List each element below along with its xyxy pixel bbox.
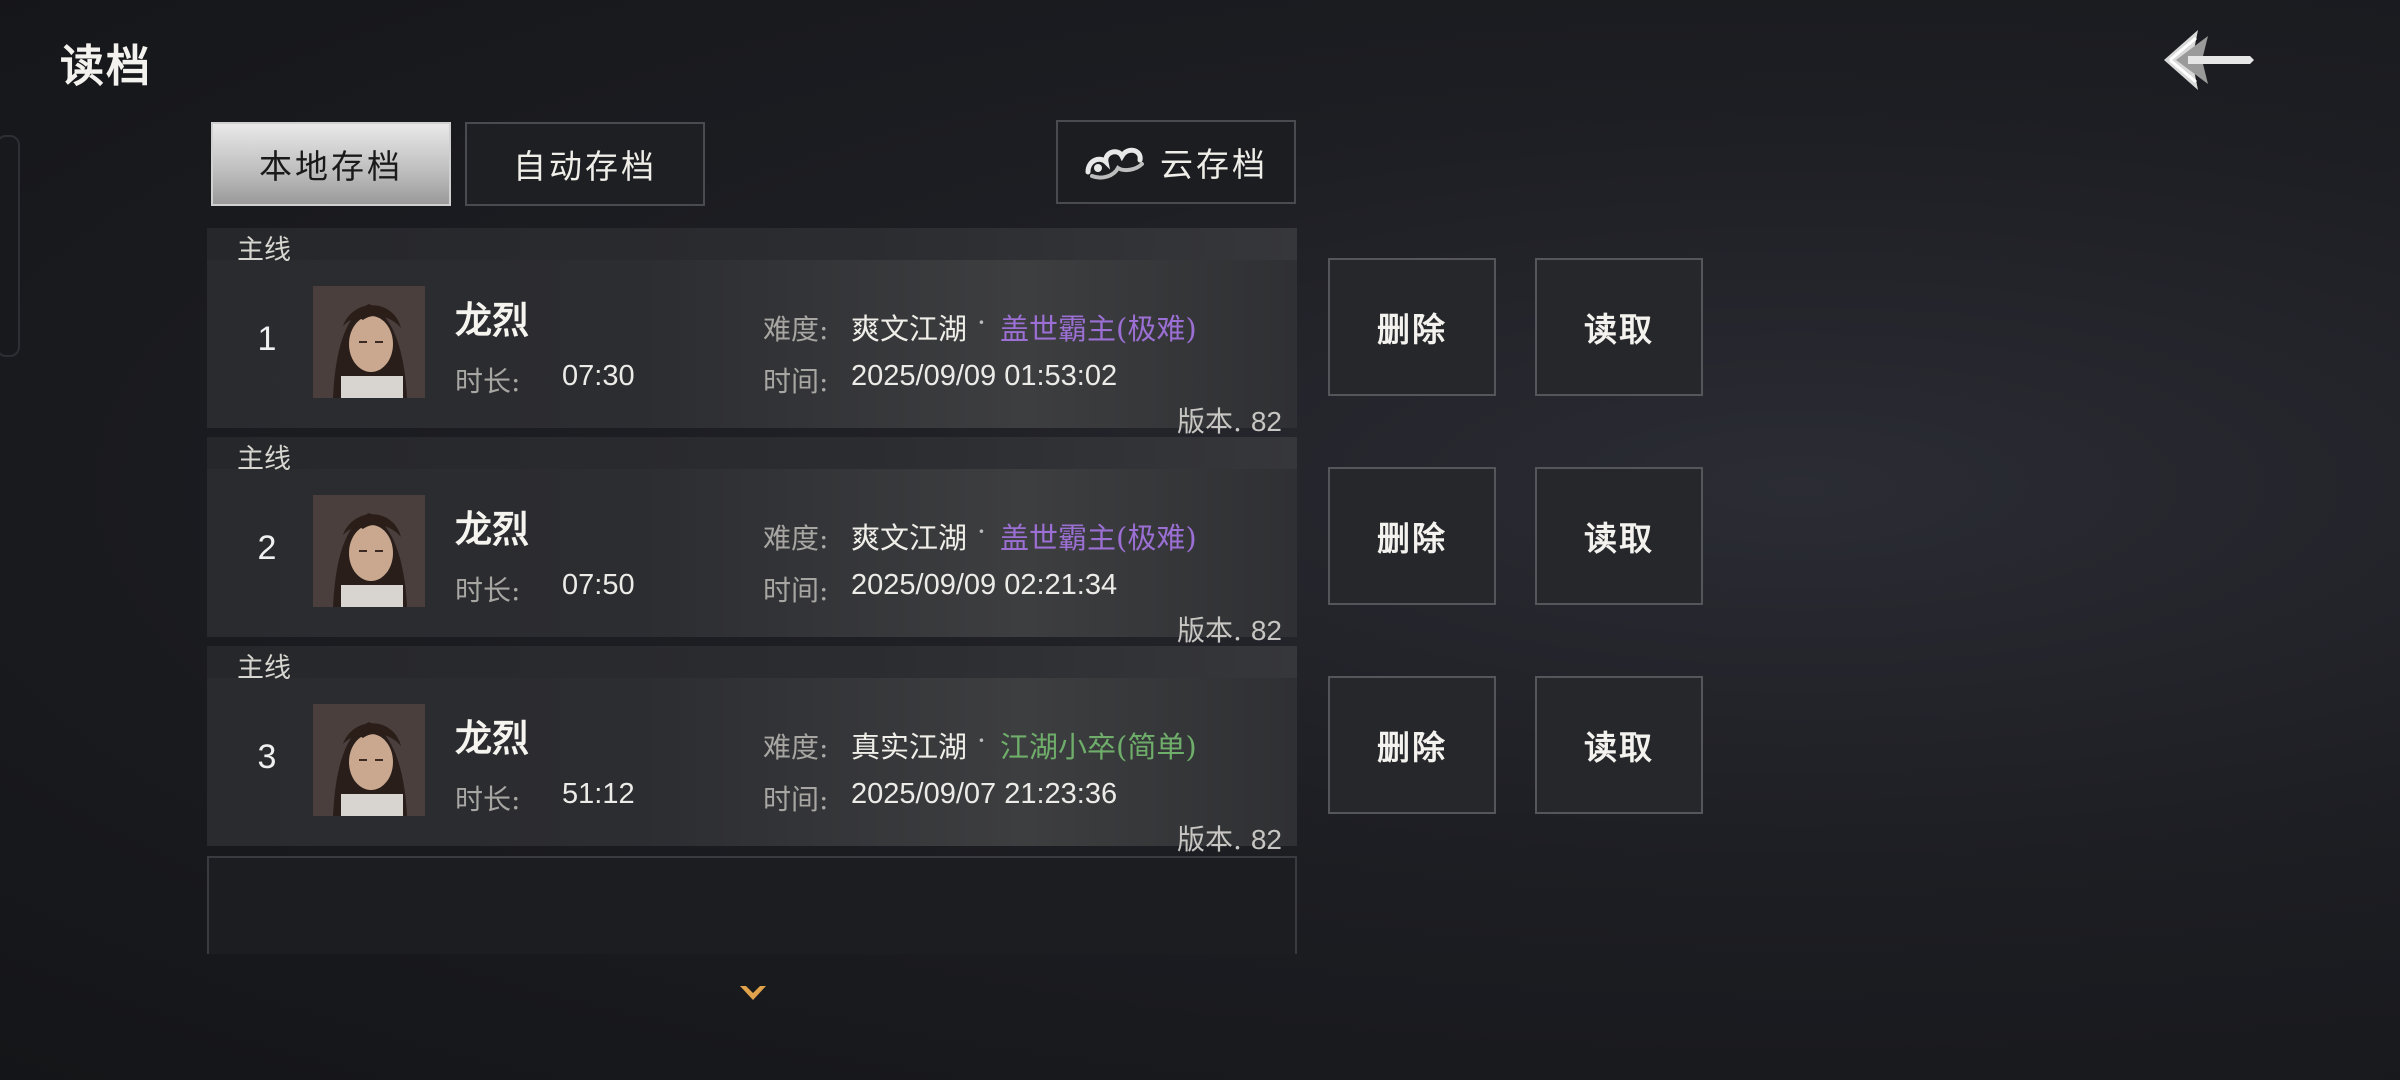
scroll-down-indicator[interactable] — [738, 982, 768, 1004]
difficulty-separator: · — [977, 306, 986, 339]
version-label: 版本. — [1177, 614, 1242, 647]
delete-button-label: 删除 — [1377, 728, 1447, 767]
duration-value: 51:12 — [562, 778, 635, 810]
duration-label: 时长: — [455, 783, 521, 816]
time-label: 时间: — [763, 783, 829, 816]
version-number: 82 — [1250, 824, 1282, 855]
character-name: 龙烈 — [455, 716, 529, 760]
time-value: 2025/09/09 01:53:02 — [851, 360, 1118, 392]
time-label: 时间: — [763, 365, 829, 398]
difficulty-label: 难度: — [763, 522, 829, 555]
difficulty-separator: · — [977, 515, 986, 548]
load-button-label: 读取 — [1584, 310, 1654, 349]
load-button-3[interactable]: 读取 — [1535, 676, 1703, 814]
duration-value: 07:50 — [562, 569, 635, 601]
cloud-icon — [1084, 142, 1146, 182]
duration-label: 时长: — [455, 574, 521, 607]
version-label: 版本. — [1177, 405, 1242, 438]
chevron-down-icon — [740, 986, 766, 1000]
save-slot-2[interactable]: 主线 2 龙烈 难度: 爽文江湖 · 盖世霸主(极难) 时长: 07:50 时间… — [207, 437, 1297, 647]
difficulty-separator: · — [977, 724, 986, 757]
difficulty-level: 盖世霸主(极难) — [1000, 521, 1197, 555]
load-button-label: 读取 — [1584, 728, 1654, 767]
version-info: 版本. 82 — [1177, 609, 1282, 649]
save-slot-index: 2 — [257, 529, 277, 567]
character-name: 龙烈 — [455, 507, 529, 551]
duration-label: 时长: — [455, 365, 521, 398]
difficulty-level: 江湖小卒(简单) — [1000, 730, 1197, 764]
time-value: 2025/09/09 02:21:34 — [851, 569, 1118, 601]
delete-button-1[interactable]: 删除 — [1328, 258, 1496, 396]
page-title: 读档 — [60, 41, 152, 92]
delete-button-label: 删除 — [1377, 519, 1447, 558]
difficulty-label: 难度: — [763, 313, 829, 346]
delete-button-label: 删除 — [1377, 310, 1447, 349]
duration-value: 07:30 — [562, 360, 635, 392]
load-button-label: 读取 — [1584, 519, 1654, 558]
save-slot-1[interactable]: 主线 1 龙烈 难度: 爽文江湖 · 盖世霸主(极难) 时长: 07:30 时间… — [207, 228, 1297, 438]
delete-button-2[interactable]: 删除 — [1328, 467, 1496, 605]
back-button[interactable] — [2150, 20, 2260, 100]
tab-local-label: 本地存档 — [259, 147, 403, 186]
save-slot-tag: 主线 — [237, 444, 291, 475]
character-portrait — [313, 286, 425, 398]
version-number: 82 — [1250, 406, 1282, 437]
time-value: 2025/09/07 21:23:36 — [851, 778, 1118, 810]
side-drawer-handle[interactable] — [0, 135, 20, 357]
difficulty-level: 盖世霸主(极难) — [1000, 312, 1197, 346]
difficulty-mode: 爽文江湖 — [851, 521, 968, 555]
save-slot-tag: 主线 — [237, 235, 291, 266]
save-slot-empty[interactable] — [207, 856, 1297, 954]
tab-auto-saves[interactable]: 自动存档 — [465, 122, 705, 206]
load-button-1[interactable]: 读取 — [1535, 258, 1703, 396]
difficulty-mode: 爽文江湖 — [851, 312, 968, 346]
time-label: 时间: — [763, 574, 829, 607]
character-portrait — [313, 495, 425, 607]
save-slot-tag: 主线 — [237, 653, 291, 684]
tab-cloud-label: 云存档 — [1160, 145, 1268, 184]
tab-auto-label: 自动存档 — [513, 147, 657, 186]
load-button-2[interactable]: 读取 — [1535, 467, 1703, 605]
save-slot-index: 3 — [257, 738, 277, 776]
difficulty-label: 难度: — [763, 731, 829, 764]
back-arrow-icon — [2164, 30, 2254, 90]
character-name: 龙烈 — [455, 298, 529, 342]
save-slot-3[interactable]: 主线 3 龙烈 难度: 真实江湖 · 江湖小卒(简单) 时长: 51:12 时间… — [207, 646, 1297, 856]
character-portrait — [313, 704, 425, 816]
tab-local-saves[interactable]: 本地存档 — [211, 122, 451, 206]
version-number: 82 — [1250, 615, 1282, 646]
delete-button-3[interactable]: 删除 — [1328, 676, 1496, 814]
tab-cloud-saves[interactable]: 云存档 — [1056, 120, 1296, 204]
save-slot-index: 1 — [257, 320, 277, 358]
version-info: 版本. 82 — [1177, 818, 1282, 858]
version-info: 版本. 82 — [1177, 400, 1282, 440]
difficulty-mode: 真实江湖 — [851, 730, 968, 764]
version-label: 版本. — [1177, 823, 1242, 856]
load-game-screen: 读档 本地存档 自动存档 云存档 主线 1 龙烈 难度: 爽文江湖 · 盖世霸主… — [0, 0, 2400, 1080]
